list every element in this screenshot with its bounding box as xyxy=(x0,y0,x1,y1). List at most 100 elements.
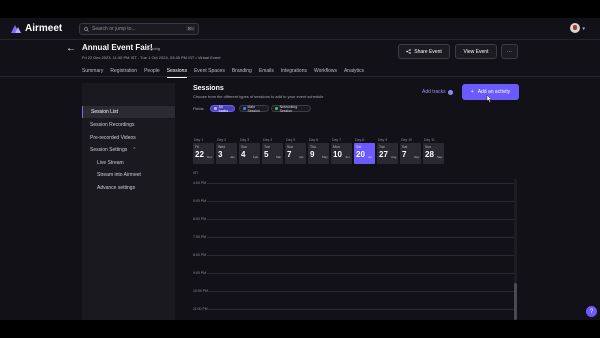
timeline-time: 8:00 PM xyxy=(193,253,207,257)
search-shortcut: ⌘K xyxy=(186,26,195,31)
search-box[interactable]: ⌘K xyxy=(79,23,199,35)
day-month: Apr xyxy=(299,155,304,159)
sidebar-item-session-recordings[interactable]: Session Recordings xyxy=(82,119,175,131)
scrollbar-thumb[interactable] xyxy=(514,283,517,320)
timezone-label: IST xyxy=(193,171,199,175)
day-month: Jun xyxy=(345,155,350,159)
day-month: Jan xyxy=(230,155,235,159)
day-label: Day 4 xyxy=(263,138,273,142)
day-card[interactable]: Day 5 Sun 7 Apr xyxy=(285,138,306,164)
timeline-row: 10:00 PM xyxy=(193,289,515,293)
timeline-row: 9:00 PM xyxy=(193,271,515,275)
search-input[interactable] xyxy=(92,26,182,32)
filter-chip-all-tracks[interactable]: All tracks xyxy=(210,104,235,113)
avatar[interactable] xyxy=(570,23,580,33)
day-weekday: Tue xyxy=(379,145,385,149)
sidebar-item-stream-into-airmeet[interactable]: Stream into Airmeet xyxy=(82,169,175,181)
search-icon xyxy=(84,26,89,32)
day-card[interactable]: Day 6 Thu 9 May xyxy=(308,138,329,164)
chevron-down-icon[interactable]: ▾ xyxy=(582,26,585,32)
plus-icon: + xyxy=(470,89,474,95)
timeline-row: 7:00 PM xyxy=(193,235,515,239)
add-tracks-link[interactable]: Add tracks i xyxy=(422,89,453,95)
day-month: Feb xyxy=(253,155,259,159)
timeline-row: 11:00 PM xyxy=(193,307,515,311)
day-number: 5 xyxy=(264,150,269,159)
view-event-button[interactable]: View Event xyxy=(455,44,497,59)
page-title: Sessions xyxy=(193,85,224,92)
filter-chip-networking-session[interactable]: Networking Session xyxy=(271,104,311,113)
sidebar-item-label: Session List xyxy=(91,109,118,115)
day-weekday: Tue xyxy=(264,145,270,149)
sidebar-item-live-stream[interactable]: Live Stream xyxy=(82,157,175,169)
timeline-time: 5:00 PM xyxy=(193,199,207,203)
day-card[interactable]: Day 4 Tue 5 Mar xyxy=(262,138,283,164)
day-card[interactable]: Day 11 Sun 28 Sep xyxy=(423,138,444,164)
timeline-time: 6:00 PM xyxy=(193,217,207,221)
day-month: May xyxy=(322,155,328,159)
day-label: Day 11 xyxy=(424,138,435,142)
help-button[interactable]: ? xyxy=(586,306,597,317)
day-card-selected[interactable]: Day 8 Sat 20 Jul xyxy=(354,138,375,164)
tabs-divider xyxy=(0,76,600,77)
day-card[interactable]: Day 9 Tue 27 Aug xyxy=(377,138,398,164)
view-event-label: View Event xyxy=(463,48,489,55)
share-event-button[interactable]: Share Event xyxy=(398,44,450,59)
sidebar-item-advance-settings[interactable]: Advance settings xyxy=(82,182,175,194)
day-card[interactable]: Day 7 Mon 10 Jun xyxy=(331,138,352,164)
filter-chip-label: Main Session xyxy=(247,104,260,113)
sidebar-item-label: Session Settings xyxy=(90,147,128,153)
day-number: 20 xyxy=(356,150,365,159)
timeline-time: 10:00 PM xyxy=(193,289,208,293)
sidebar-item-label: Live Stream xyxy=(97,160,124,166)
day-month: Dec xyxy=(207,155,213,159)
day-month: Sep xyxy=(414,155,420,159)
day-number: 22 xyxy=(195,150,204,159)
sidebar-item-session-settings[interactable]: Session Settings ⌃ xyxy=(82,144,175,156)
add-tracks-label: Add tracks xyxy=(422,89,446,95)
day-weekday: Fri xyxy=(195,145,200,149)
day-card[interactable]: Day 2 Wed 3 Jan xyxy=(216,138,237,164)
screen-frame: Airmeet ⌘K ▾ ← Annual Event Fair! Ongoin… xyxy=(0,0,600,338)
more-options-button[interactable]: ⋯ xyxy=(501,44,518,59)
brand-logo[interactable]: Airmeet xyxy=(10,23,62,34)
day-label: Day 1 xyxy=(194,138,204,142)
day-card[interactable]: Day 3 Sun 4 Feb xyxy=(239,138,260,164)
day-label: Day 8 xyxy=(355,138,365,142)
day-number: 4 xyxy=(241,150,246,159)
day-month: Aug xyxy=(391,155,397,159)
event-dates: Fri 22 Dec 2023, 11:00 PM IST - Tue 1 Oc… xyxy=(82,55,221,60)
more-icon: ⋯ xyxy=(507,48,512,55)
filters-label: Fields xyxy=(193,106,204,111)
day-weekday: Thu xyxy=(310,145,317,149)
share-icon xyxy=(406,49,411,54)
filter-chip-label: Networking Session xyxy=(279,104,298,113)
day-weekday: Sun xyxy=(425,145,432,149)
timeline-row: 8:00 PM xyxy=(193,253,515,257)
day-card[interactable]: Day 1 Fri 22 Dec xyxy=(193,138,214,164)
mouse-pointer-icon xyxy=(486,95,492,103)
day-number: 27 xyxy=(379,150,388,159)
share-event-label: Share Event xyxy=(414,48,442,55)
day-label: Day 10 xyxy=(401,138,413,142)
day-card[interactable]: Day 10 Sat 7 Sep xyxy=(400,138,421,164)
sidebar-item-pre-recorded-videos[interactable]: Pre-recorded Videos xyxy=(82,132,175,144)
day-number: 7 xyxy=(402,150,407,159)
track-color-icon xyxy=(275,107,278,110)
page-description: Choose from the different types of sessi… xyxy=(193,94,324,99)
check-icon xyxy=(214,107,217,110)
schedule-timeline: 4:00 PM 5:00 PM 6:00 PM 7:00 PM 8:00 PM … xyxy=(193,178,515,320)
sidebar-item-label: Stream into Airmeet xyxy=(97,172,141,178)
filter-chip-main-session[interactable]: Main Session xyxy=(239,104,269,113)
sidebar-item-session-list[interactable]: Session List xyxy=(82,106,175,118)
day-label: Day 2 xyxy=(217,138,227,142)
back-arrow-icon[interactable]: ← xyxy=(66,43,76,54)
day-weekday: Wed xyxy=(218,145,226,149)
timeline-row: 5:00 PM xyxy=(193,199,515,203)
sidebar-item-label: Pre-recorded Videos xyxy=(90,135,136,141)
timeline-row: 4:00 PM xyxy=(193,181,515,185)
filter-chip-label: All tracks xyxy=(218,104,228,113)
info-icon: i xyxy=(447,89,453,95)
day-number: 28 xyxy=(425,150,434,159)
timeline-row: 6:00 PM xyxy=(193,217,515,221)
